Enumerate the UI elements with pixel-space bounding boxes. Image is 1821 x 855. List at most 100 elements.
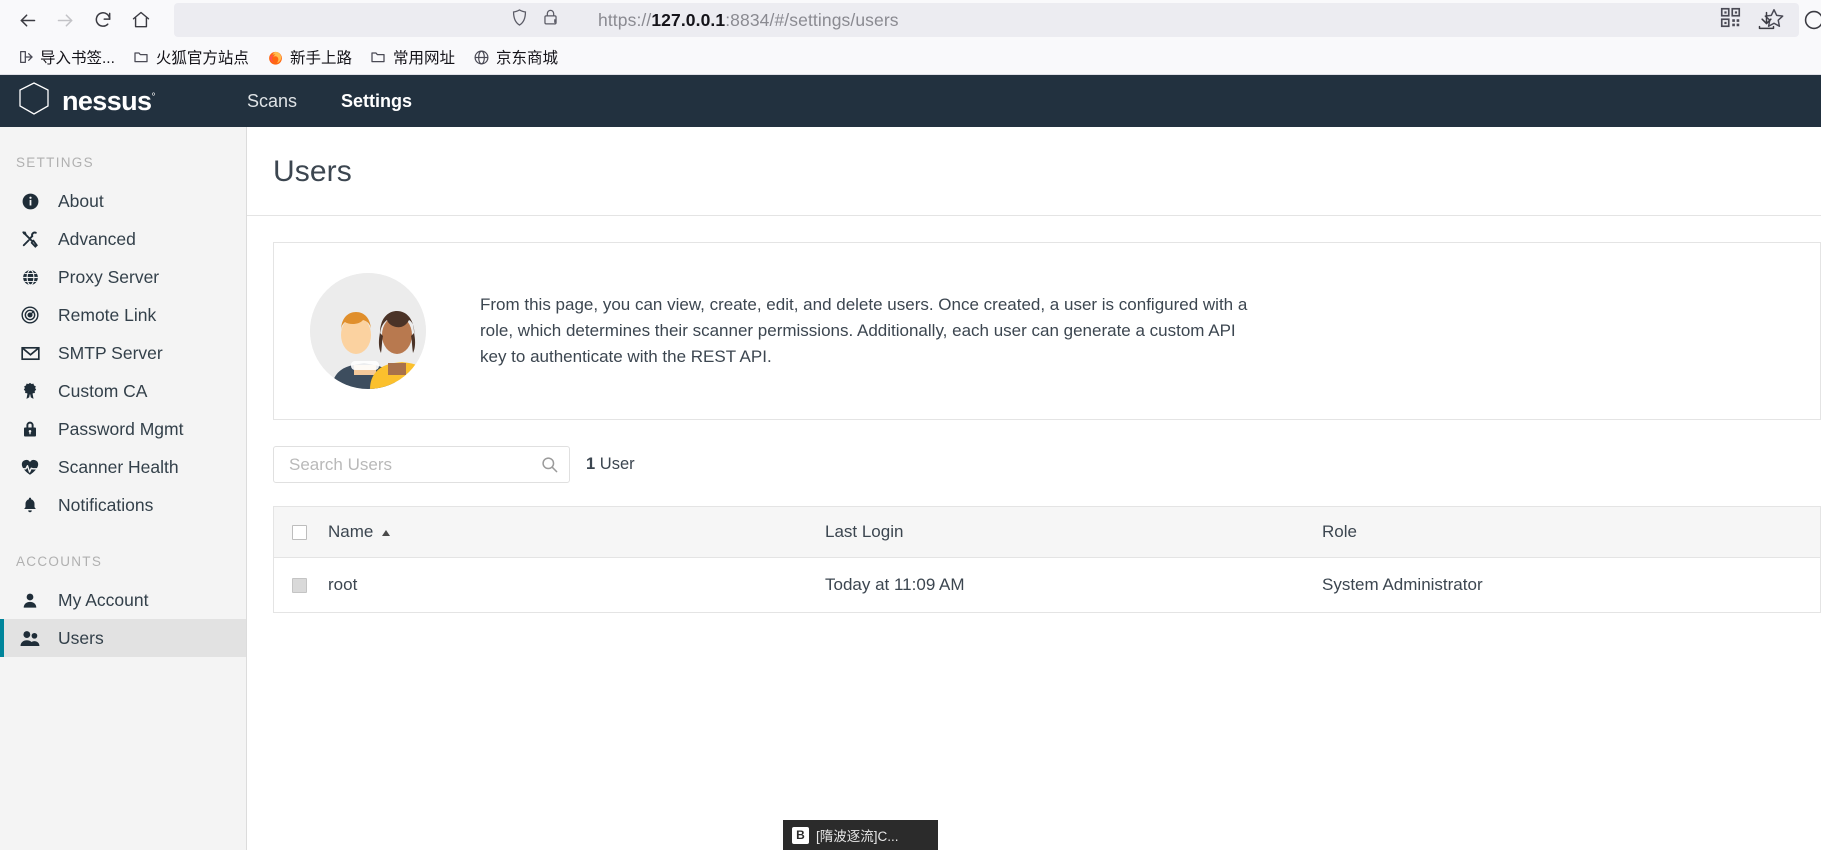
user-icon xyxy=(19,589,41,611)
url-host: 127.0.0.1 xyxy=(651,9,726,30)
select-all-checkbox[interactable] xyxy=(292,524,307,540)
sidebar-item-password-mgmt[interactable]: Password Mgmt xyxy=(0,410,246,448)
page-title: Users xyxy=(273,155,352,188)
sidebar-item-users[interactable]: Users xyxy=(0,619,246,657)
table-row[interactable]: root Today at 11:09 AM System Administra… xyxy=(274,558,1820,612)
shield-icon[interactable] xyxy=(510,7,529,33)
sidebar-item-label: Custom CA xyxy=(58,380,148,401)
search-users-box[interactable] xyxy=(273,446,570,483)
bookmark-label: 导入书签... xyxy=(40,50,115,67)
sidebar-item-label: My Account xyxy=(58,589,149,610)
url-text[interactable]: https://127.0.0.1:8834/#/settings/users xyxy=(598,10,899,31)
radar-icon xyxy=(19,304,41,326)
nav-settings[interactable]: Settings xyxy=(341,91,412,112)
column-header-name[interactable]: Name xyxy=(328,522,825,542)
bookmark-label: 常用网址 xyxy=(392,50,455,67)
sidebar-item-label: Scanner Health xyxy=(58,456,179,477)
lock-icon xyxy=(19,418,41,440)
user-count: 1 User xyxy=(586,455,635,474)
tools-icon xyxy=(19,228,41,250)
settings-sidebar: SETTINGS About Advanced Proxy Server Rem… xyxy=(0,127,247,850)
sidebar-item-label: Advanced xyxy=(58,228,136,249)
home-button[interactable] xyxy=(122,3,160,37)
sidebar-item-custom-ca[interactable]: Custom CA xyxy=(0,372,246,410)
url-bar[interactable]: https://127.0.0.1:8834/#/settings/users xyxy=(174,3,1799,37)
cell-role: System Administrator xyxy=(1322,575,1483,594)
account-circle-icon xyxy=(1803,9,1821,31)
main-content: Users From this page, you can view, crea… xyxy=(247,127,1821,850)
column-header-role[interactable]: Role xyxy=(1322,522,1820,542)
bookmark-firefox-official[interactable]: 火狐官方站点 xyxy=(126,42,256,72)
sidebar-item-about[interactable]: About xyxy=(0,182,246,220)
account-button[interactable] xyxy=(1795,3,1821,37)
table-header-row: Name Last Login Role xyxy=(274,507,1820,558)
back-button[interactable] xyxy=(8,3,46,37)
folder-icon xyxy=(370,49,387,66)
two-people-avatar-icon xyxy=(310,273,426,389)
bookmark-import[interactable]: 导入书签... xyxy=(10,42,122,72)
app-body: SETTINGS About Advanced Proxy Server Rem… xyxy=(0,127,1821,850)
nessus-app: nessus° Scans Settings SETTINGS About Ad… xyxy=(0,75,1821,850)
forward-button[interactable] xyxy=(46,3,84,37)
bookmarks-bar: 导入书签... 火狐官方站点 新手上路 常用网址 京东商城 xyxy=(0,40,1821,75)
users-table: Name Last Login Role root Today at 11:09… xyxy=(273,506,1821,613)
sidebar-item-scanner-health[interactable]: Scanner Health xyxy=(0,448,246,486)
column-header-name-label: Name xyxy=(328,522,374,541)
popup-badge: B xyxy=(792,826,809,844)
bookmark-getting-started[interactable]: 新手上路 xyxy=(260,42,359,72)
top-nav-links: Scans Settings xyxy=(247,91,412,112)
sidebar-item-label: About xyxy=(58,190,104,211)
column-header-last-login[interactable]: Last Login xyxy=(825,522,1322,542)
home-icon xyxy=(131,10,151,30)
sidebar-item-smtp-server[interactable]: SMTP Server xyxy=(0,334,246,372)
firefox-icon xyxy=(267,49,284,66)
sidebar-item-my-account[interactable]: My Account xyxy=(0,581,246,619)
bell-icon xyxy=(19,494,41,516)
sidebar-heading-settings: SETTINGS xyxy=(16,155,94,170)
heartbeat-icon xyxy=(19,456,41,478)
sidebar-item-label: Users xyxy=(58,627,104,648)
users-toolbar: 1 User xyxy=(273,446,1821,483)
download-icon xyxy=(1756,10,1777,31)
search-icon[interactable] xyxy=(540,455,559,474)
lock-warning-icon[interactable] xyxy=(541,7,560,33)
downloads-button[interactable] xyxy=(1747,3,1785,37)
hexagon-logo-icon xyxy=(14,79,54,124)
title-divider xyxy=(247,215,1821,216)
nav-scans[interactable]: Scans xyxy=(247,91,297,112)
brand[interactable]: nessus° xyxy=(0,79,247,124)
sidebar-item-proxy-server[interactable]: Proxy Server xyxy=(0,258,246,296)
browser-chrome: https://127.0.0.1:8834/#/settings/users xyxy=(0,0,1821,75)
top-navigation-bar: nessus° Scans Settings xyxy=(0,75,1821,127)
arrow-left-icon xyxy=(17,10,38,31)
folder-icon xyxy=(133,49,150,66)
sidebar-item-notifications[interactable]: Notifications xyxy=(0,486,246,524)
cell-last-login: Today at 11:09 AM xyxy=(825,575,965,594)
bookmark-label: 火狐官方站点 xyxy=(155,50,249,67)
user-count-unit: User xyxy=(599,455,635,473)
arrow-right-icon xyxy=(55,10,76,31)
bottom-popup[interactable]: B [隋波逐流]C... xyxy=(783,820,938,850)
globe-icon xyxy=(473,49,490,66)
bookmark-common-sites[interactable]: 常用网址 xyxy=(363,42,462,72)
sidebar-item-remote-link[interactable]: Remote Link xyxy=(0,296,246,334)
user-count-number: 1 xyxy=(586,455,596,473)
search-input[interactable] xyxy=(287,453,540,476)
info-description: From this page, you can view, create, ed… xyxy=(480,295,1248,366)
popup-text: [隋波逐流]C... xyxy=(816,829,899,844)
sidebar-item-label: SMTP Server xyxy=(58,342,163,363)
content-area: From this page, you can view, create, ed… xyxy=(247,242,1821,613)
cell-name: root xyxy=(328,575,358,594)
qr-code-icon[interactable] xyxy=(1720,7,1741,33)
browser-nav-bar: https://127.0.0.1:8834/#/settings/users xyxy=(0,0,1821,40)
envelope-icon xyxy=(19,342,41,364)
sidebar-item-label: Proxy Server xyxy=(58,266,160,287)
sidebar-item-advanced[interactable]: Advanced xyxy=(0,220,246,258)
reload-button[interactable] xyxy=(84,3,122,37)
bookmark-jd-mall[interactable]: 京东商城 xyxy=(466,42,565,72)
row-checkbox[interactable] xyxy=(292,577,307,593)
users-icon xyxy=(19,627,41,649)
sidebar-item-label: Password Mgmt xyxy=(58,418,184,439)
brand-name: nessus° xyxy=(62,85,156,116)
certificate-ribbon-icon xyxy=(19,380,41,402)
